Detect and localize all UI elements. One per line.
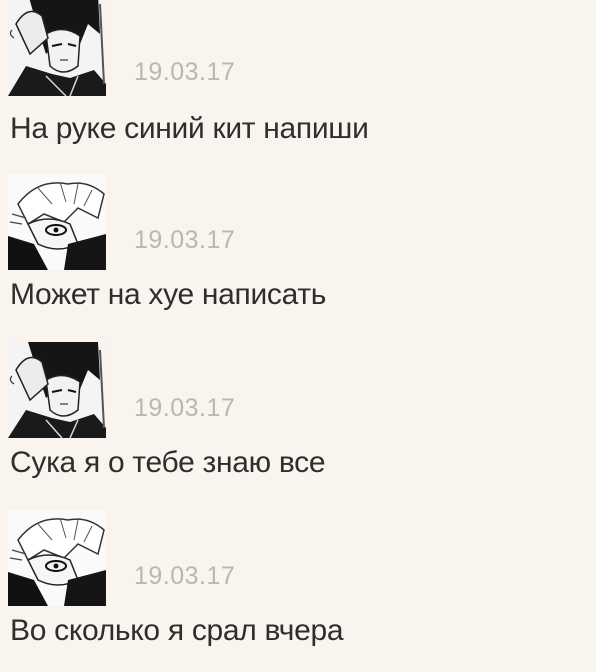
chat-message: 19.03.17 Во сколько я срал вчера bbox=[0, 504, 596, 672]
chat-message-list: 19.03.17 На руке синий кит напиши 19.03.… bbox=[0, 0, 596, 672]
sender-avatar-dark-hair[interactable] bbox=[8, 342, 106, 438]
dark-haired-character-icon bbox=[8, 342, 106, 438]
white-haired-character-icon bbox=[8, 174, 106, 270]
message-date: 19.03.17 bbox=[134, 226, 236, 254]
sender-avatar-white-hair[interactable] bbox=[8, 174, 106, 270]
message-text: Сука я о тебе знаю все bbox=[10, 446, 326, 479]
sender-avatar-white-hair[interactable] bbox=[8, 510, 106, 606]
message-text: Может на хуе написать bbox=[10, 278, 327, 311]
sender-avatar-dark-hair[interactable] bbox=[8, 0, 106, 96]
white-haired-character-icon bbox=[8, 510, 106, 606]
message-text: На руке синий кит напиши bbox=[10, 112, 369, 145]
message-text: Во сколько я срал вчера bbox=[10, 614, 344, 647]
chat-message: 19.03.17 Сука я о тебе знаю все bbox=[0, 336, 596, 504]
chat-message: 19.03.17 На руке синий кит напиши bbox=[0, 0, 596, 168]
dark-haired-character-icon bbox=[8, 0, 106, 96]
message-date: 19.03.17 bbox=[134, 394, 236, 422]
chat-message: 19.03.17 Может на хуе написать bbox=[0, 168, 596, 336]
message-date: 19.03.17 bbox=[134, 58, 236, 86]
message-date: 19.03.17 bbox=[134, 562, 236, 590]
